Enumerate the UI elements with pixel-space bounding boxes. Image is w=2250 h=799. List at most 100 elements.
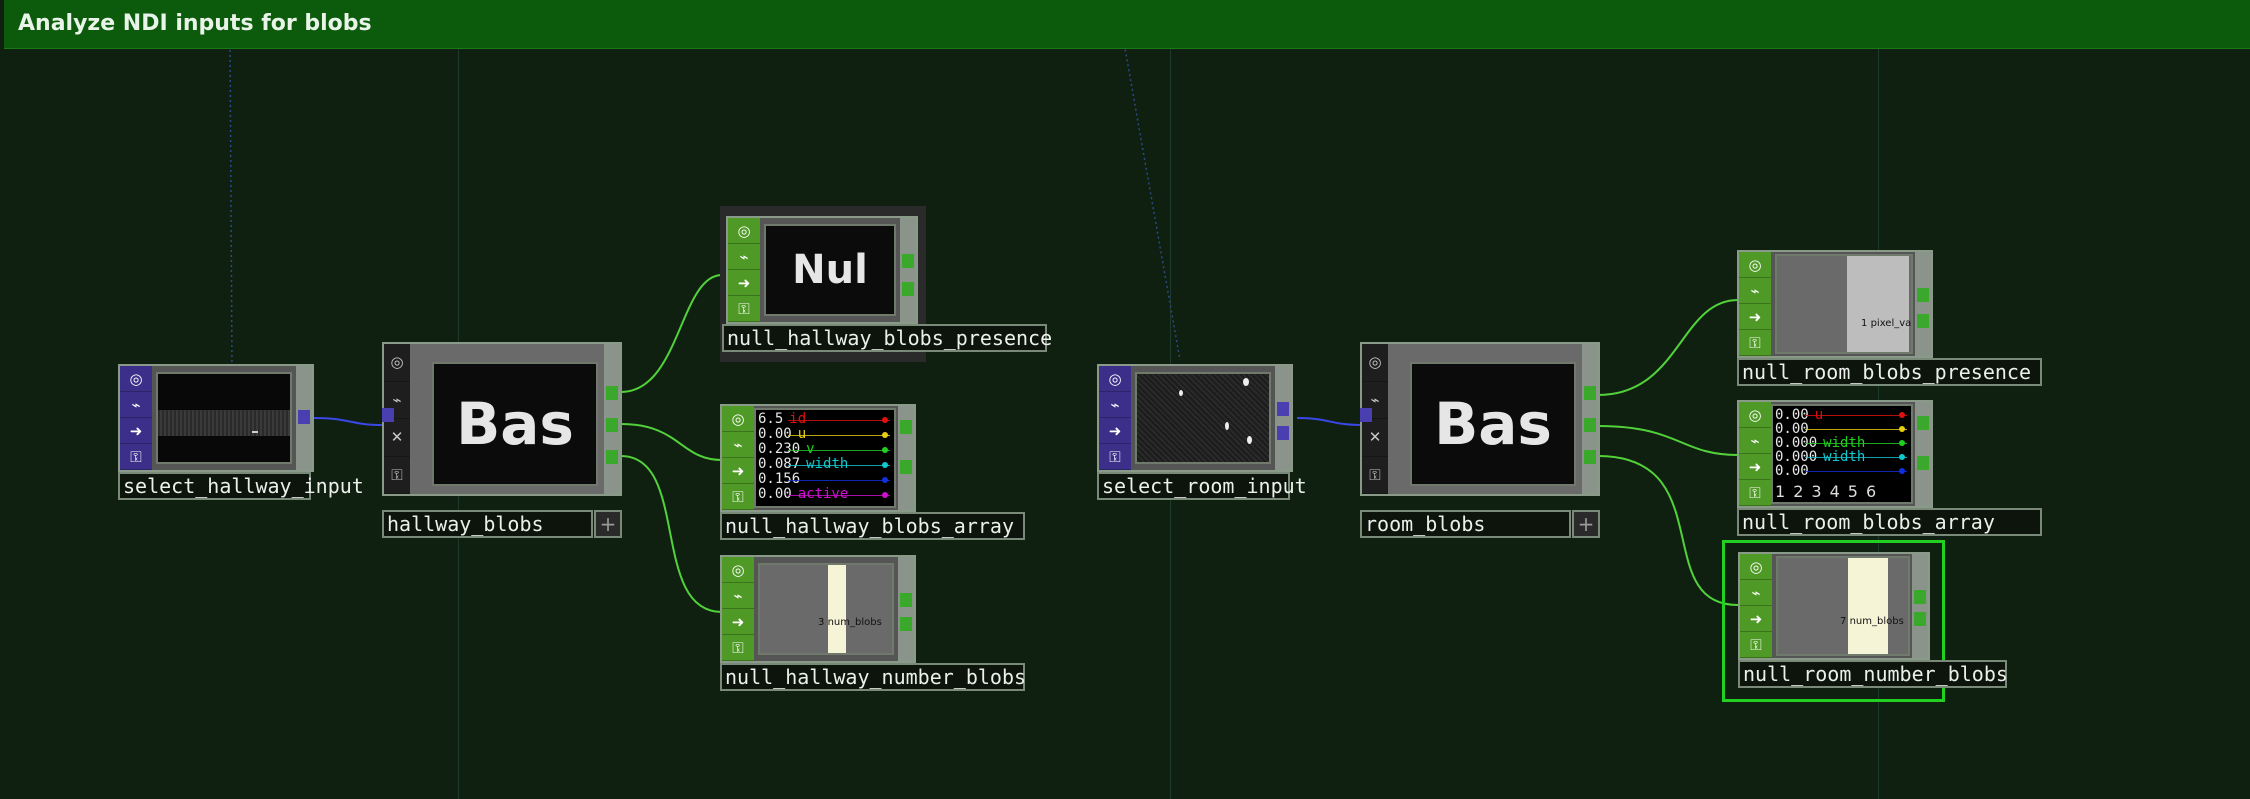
node-select-hallway-input[interactable]: ◎ ⌁ ➜ ⚿ select_hallway_input bbox=[118, 364, 364, 500]
wave-icon[interactable]: ⌁ bbox=[1099, 392, 1131, 418]
node-name-label[interactable]: room_blobs bbox=[1360, 510, 1571, 538]
lock-icon[interactable]: ⚿ bbox=[722, 484, 754, 510]
node-frame: ◎ ⌁ ➜ ⚿ 1 pixel_value_ bbox=[1737, 250, 1933, 358]
close-icon[interactable]: ✕ bbox=[384, 419, 410, 457]
arrow-right-icon[interactable]: ➜ bbox=[722, 458, 754, 484]
plus-icon[interactable]: + bbox=[1572, 510, 1600, 538]
output-connector[interactable] bbox=[1277, 402, 1289, 416]
node-name-label[interactable]: null_room_blobs_array bbox=[1737, 508, 2042, 536]
node-name-label[interactable]: select_room_input bbox=[1097, 472, 1307, 500]
lock-icon[interactable]: ⚿ bbox=[728, 296, 760, 322]
node-frame: ◎ ⌁ ➜ ⚿ 0.00 u 0.00 0.000 width 0.000 width 0.0… bbox=[1737, 400, 1933, 508]
lock-icon[interactable]: ⚿ bbox=[1099, 444, 1131, 470]
array-series-dot bbox=[1899, 440, 1905, 446]
array-row: 0.230 v bbox=[758, 442, 890, 457]
circle-icon[interactable]: ◎ bbox=[1362, 344, 1388, 382]
arrow-right-icon[interactable]: ➜ bbox=[728, 270, 760, 296]
viewer-text: Bas bbox=[1434, 390, 1552, 458]
node-null-room-blobs-array[interactable]: ◎ ⌁ ➜ ⚿ 0.00 u 0.00 0.000 width 0.000 width 0.0… bbox=[1737, 400, 2047, 540]
circle-icon[interactable]: ◎ bbox=[722, 557, 754, 583]
output-connector[interactable] bbox=[1277, 426, 1289, 440]
wave-icon[interactable]: ⌁ bbox=[1739, 428, 1771, 454]
lock-icon[interactable]: ⚿ bbox=[120, 444, 152, 470]
array-row: 0.156 bbox=[758, 472, 890, 487]
node-null-hallway-number-blobs[interactable]: ◎ ⌁ ➜ ⚿ 3 num_blobs null_hallway_number_… bbox=[720, 555, 1030, 695]
arrow-right-icon[interactable]: ➜ bbox=[1740, 606, 1772, 632]
output-connector[interactable] bbox=[606, 450, 618, 464]
wave-icon[interactable]: ⌁ bbox=[722, 583, 754, 609]
output-connector[interactable] bbox=[1914, 612, 1926, 626]
node-hallway-blobs[interactable]: ◎ ⌁ ✕ ⚿ Bas hallway_blobs + bbox=[382, 342, 622, 538]
wave-icon[interactable]: ⌁ bbox=[1739, 278, 1771, 304]
node-name-label[interactable]: hallway_blobs bbox=[382, 510, 593, 538]
wave-icon[interactable]: ⌁ bbox=[1740, 580, 1772, 606]
array-row: 0.000 width bbox=[1775, 450, 1907, 464]
reference-link bbox=[1119, 19, 1181, 361]
circle-icon[interactable]: ◎ bbox=[722, 406, 754, 432]
close-icon[interactable]: ✕ bbox=[1362, 419, 1388, 457]
lock-icon[interactable]: ⚿ bbox=[1740, 632, 1772, 658]
node-null-hallway-blobs-array[interactable]: ◎ ⌁ ➜ ⚿ 6.5 id 0.00 u 0.230 v 0.087 width 0.156 0… bbox=[720, 404, 1030, 542]
plus-icon[interactable]: + bbox=[594, 510, 622, 538]
node-name-label[interactable]: null_hallway_number_blobs bbox=[720, 663, 1026, 691]
arrow-right-icon[interactable]: ➜ bbox=[722, 609, 754, 635]
circle-icon[interactable]: ◎ bbox=[1739, 402, 1771, 428]
input-connector[interactable] bbox=[382, 408, 394, 422]
node-null-hallway-blobs-presence[interactable]: ◎ ⌁ ➜ ⚿ Nul null_hallway_blobs_presence bbox=[720, 206, 1052, 362]
lock-icon[interactable]: ⚿ bbox=[1739, 330, 1771, 356]
node-viewer: Nul bbox=[764, 224, 896, 316]
node-name-label[interactable]: select_hallway_input bbox=[118, 472, 364, 500]
circle-icon[interactable]: ◎ bbox=[1739, 252, 1771, 278]
wave-icon[interactable]: ⌁ bbox=[722, 432, 754, 458]
node-name-label[interactable]: null_room_number_blobs bbox=[1738, 660, 2008, 688]
output-connector[interactable] bbox=[1584, 418, 1596, 432]
viewer-image bbox=[158, 410, 290, 436]
node-null-room-blobs-presence[interactable]: ◎ ⌁ ➜ ⚿ 1 pixel_value_ null_room_blobs_p… bbox=[1737, 250, 2047, 390]
lock-icon[interactable]: ⚿ bbox=[1362, 457, 1388, 494]
node-frame: ◎ ⌁ ➜ ⚿ Nul bbox=[726, 216, 918, 324]
lock-icon[interactable]: ⚿ bbox=[384, 457, 410, 494]
circle-icon[interactable]: ◎ bbox=[1099, 366, 1131, 392]
node-room-blobs[interactable]: ◎ ⌁ ✕ ⚿ Bas room_blobs + bbox=[1360, 342, 1600, 538]
flag-strip: ◎ ⌁ ➜ ⚿ bbox=[722, 557, 754, 661]
array-series-dot bbox=[1899, 426, 1905, 432]
node-name-label[interactable]: null_hallway_blobs_presence bbox=[722, 324, 1052, 352]
arrow-right-icon[interactable]: ➜ bbox=[1739, 454, 1771, 480]
lock-icon[interactable]: ⚿ bbox=[722, 635, 754, 661]
network-editor-canvas[interactable]: Analyze NDI inputs for blobs ◎ ⌁ ➜ ⚿ sel… bbox=[0, 0, 2250, 799]
circle-icon[interactable]: ◎ bbox=[120, 366, 152, 392]
arrow-right-icon[interactable]: ➜ bbox=[1739, 304, 1771, 330]
output-connector[interactable] bbox=[606, 386, 618, 400]
arrow-right-icon[interactable]: ➜ bbox=[120, 418, 152, 444]
wave-icon[interactable]: ⌁ bbox=[728, 244, 760, 270]
node-name-label[interactable]: null_room_blobs_presence bbox=[1737, 358, 2042, 386]
output-connector[interactable] bbox=[1917, 288, 1929, 302]
lock-icon[interactable]: ⚿ bbox=[1739, 480, 1771, 506]
wave-icon[interactable]: ⌁ bbox=[120, 392, 152, 418]
node-select-room-input[interactable]: ◎ ⌁ ➜ ⚿ select_room_input bbox=[1097, 364, 1307, 500]
output-connector[interactable] bbox=[1917, 314, 1929, 328]
output-connector[interactable] bbox=[1914, 590, 1926, 604]
circle-icon[interactable]: ◎ bbox=[384, 344, 410, 382]
output-connector[interactable] bbox=[1917, 456, 1929, 470]
wire-hallway-number bbox=[620, 455, 723, 613]
output-connector[interactable] bbox=[1584, 386, 1596, 400]
output-connector[interactable] bbox=[1917, 416, 1929, 430]
arrow-right-icon[interactable]: ➜ bbox=[1099, 418, 1131, 444]
input-connector[interactable] bbox=[1360, 408, 1372, 422]
output-connector[interactable] bbox=[902, 254, 914, 268]
node-side-column bbox=[1275, 366, 1291, 470]
node-name-label[interactable]: null_hallway_blobs_array bbox=[720, 512, 1025, 540]
output-connector[interactable] bbox=[900, 420, 912, 434]
output-connector[interactable] bbox=[1584, 450, 1596, 464]
output-connector[interactable] bbox=[298, 410, 310, 424]
array-row: 0.000 width bbox=[1775, 436, 1907, 450]
node-null-room-number-blobs[interactable]: ◎ ⌁ ➜ ⚿ 7 num_blobs null_room_number_blo… bbox=[1722, 540, 2052, 704]
output-connector[interactable] bbox=[900, 593, 912, 607]
output-connector[interactable] bbox=[900, 617, 912, 631]
output-connector[interactable] bbox=[900, 460, 912, 474]
circle-icon[interactable]: ◎ bbox=[728, 218, 760, 244]
output-connector[interactable] bbox=[606, 418, 618, 432]
output-connector[interactable] bbox=[902, 282, 914, 296]
circle-icon[interactable]: ◎ bbox=[1740, 554, 1772, 580]
